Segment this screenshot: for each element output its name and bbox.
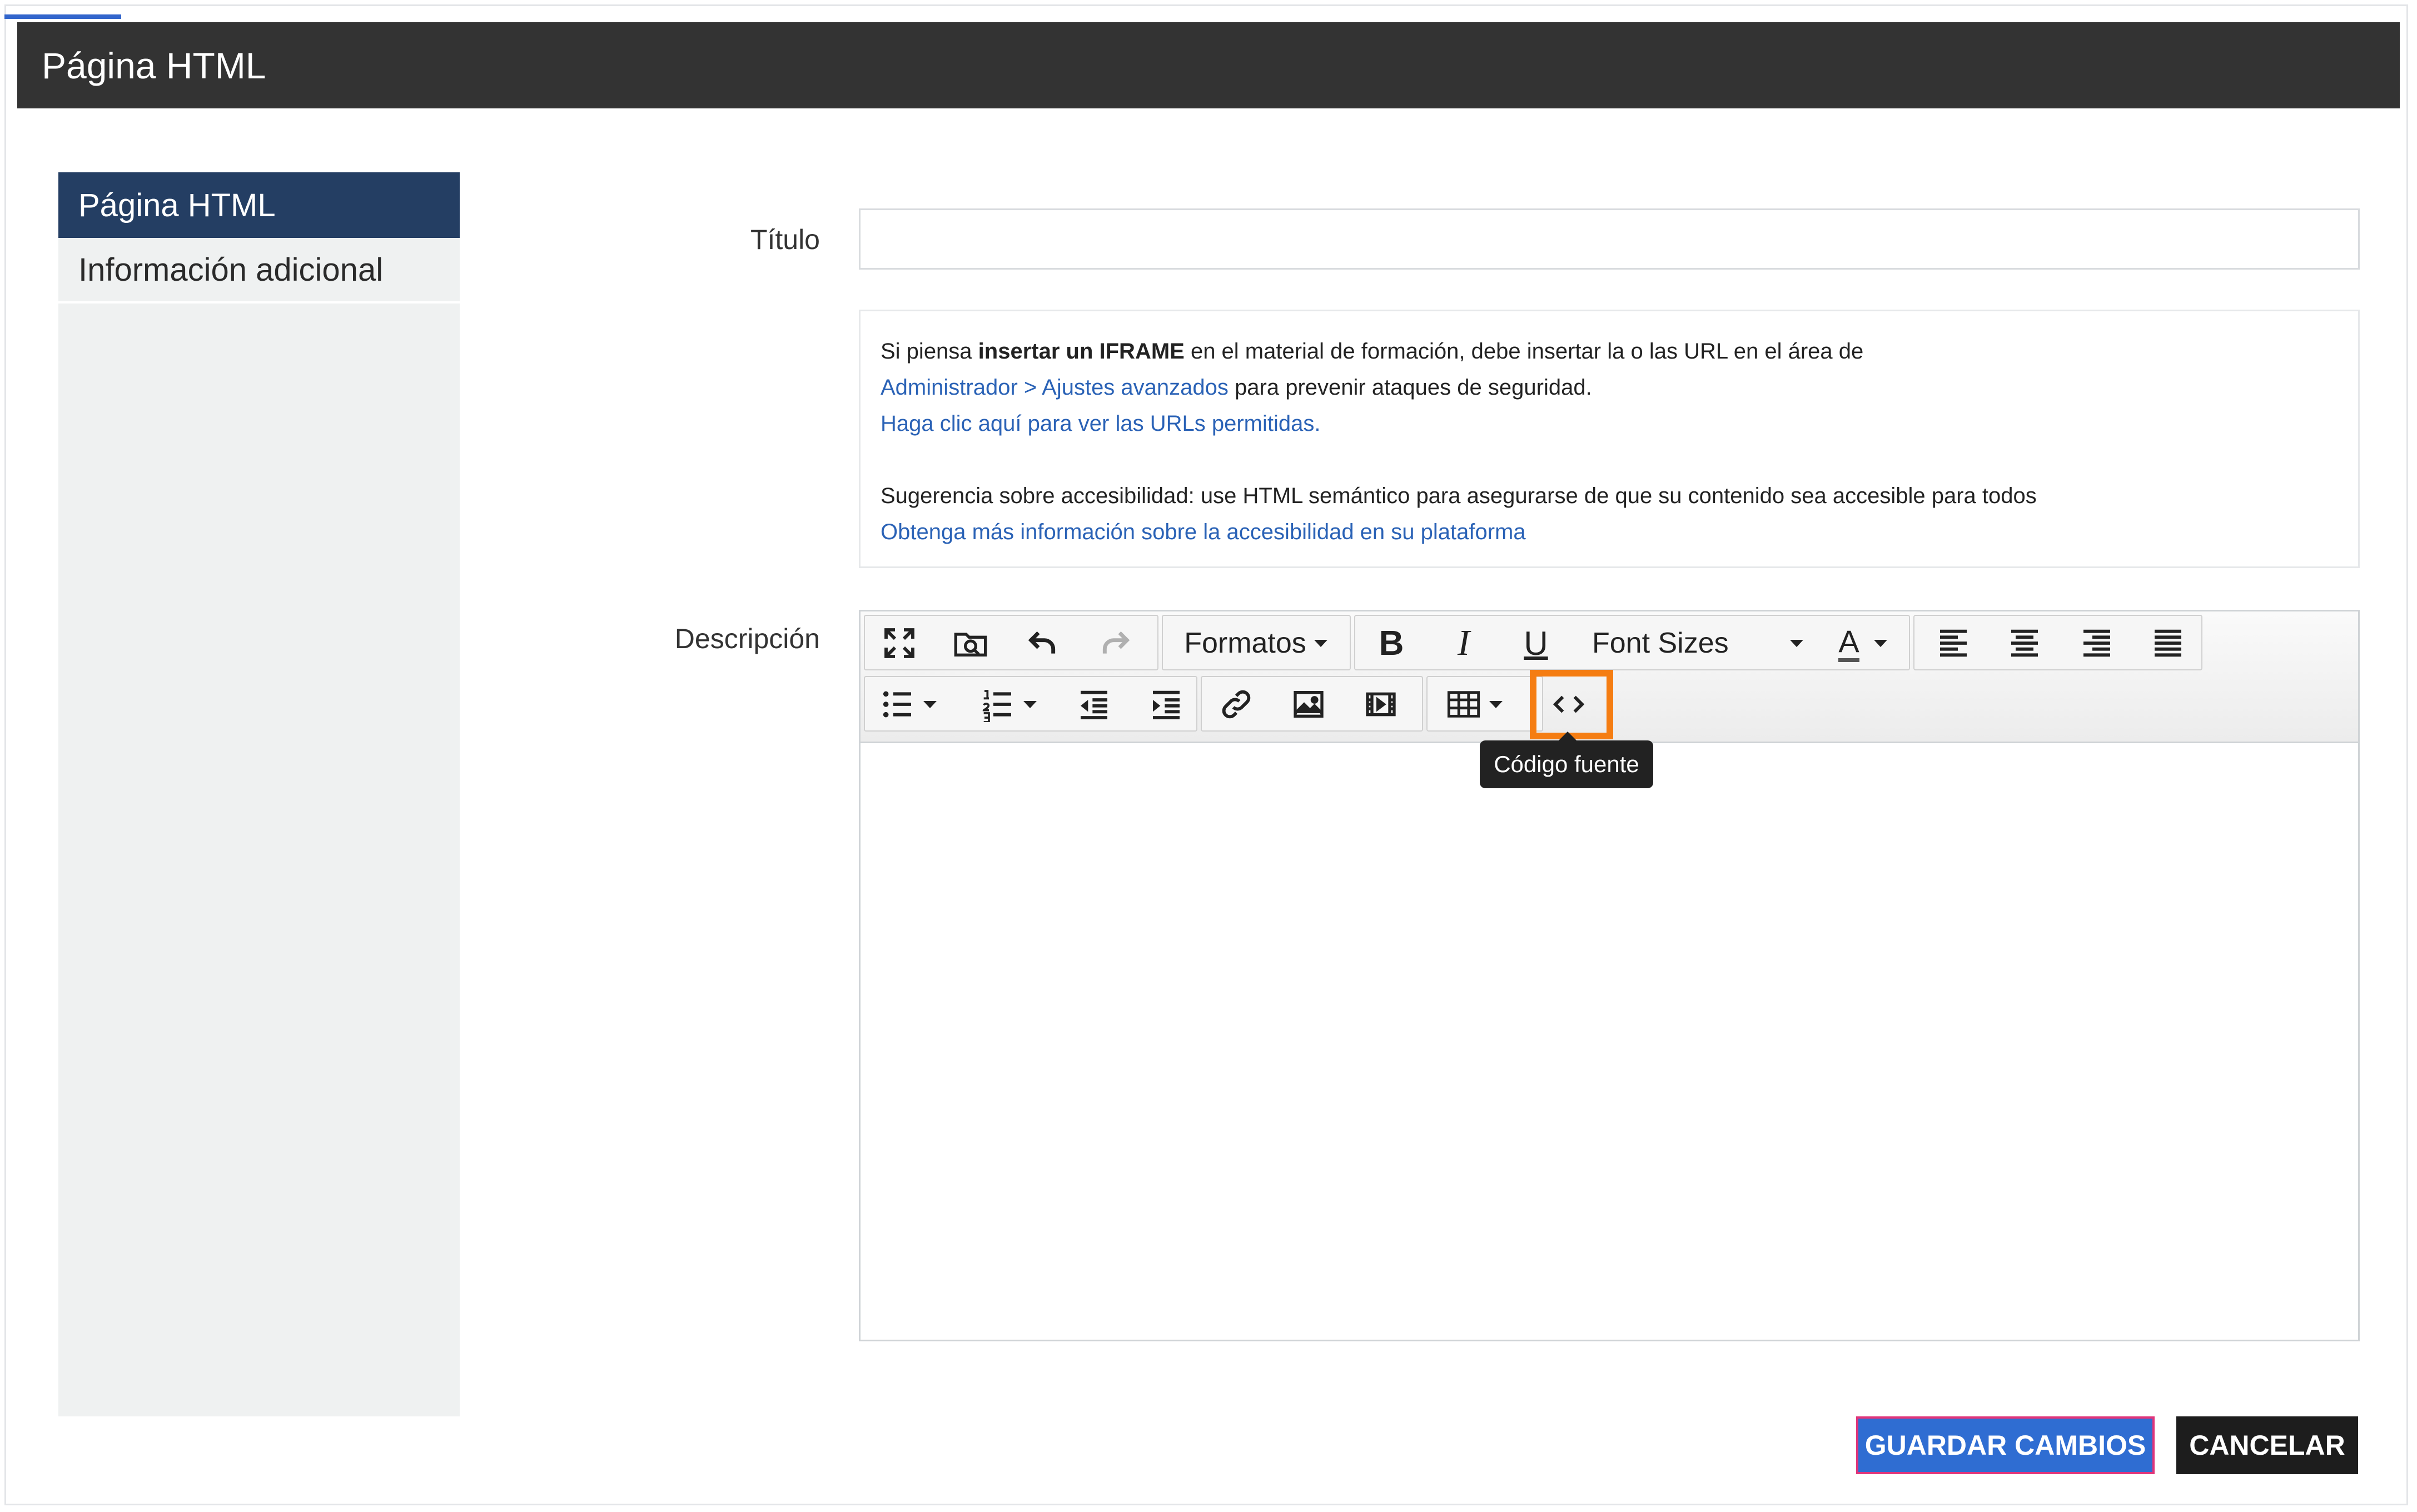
- align-left-icon[interactable]: [1926, 618, 1981, 668]
- sidebar-item-html-page[interactable]: Página HTML: [58, 172, 460, 238]
- undo-icon[interactable]: [1015, 618, 1071, 668]
- font-sizes-dropdown[interactable]: Font Sizes: [1583, 618, 1817, 668]
- indent-icon[interactable]: [1138, 679, 1194, 729]
- align-right-icon[interactable]: [2069, 618, 2125, 668]
- sidebar-item-label: Página HTML: [78, 187, 276, 223]
- align-center-icon[interactable]: [1997, 618, 2052, 668]
- info-line-2: Administrador > Ajustes avanzados para p…: [881, 370, 2338, 406]
- text-color-button[interactable]: A: [1821, 618, 1904, 668]
- font-sizes-label: Font Sizes: [1592, 627, 1729, 659]
- image-icon[interactable]: [1281, 679, 1336, 729]
- chevron-down-icon: [1873, 639, 1887, 647]
- sidebar: Página HTML Información adicional: [58, 172, 460, 1416]
- description-label: Descripción: [674, 623, 820, 654]
- title-label: Título: [750, 224, 820, 255]
- info-text: para prevenir ataques de seguridad.: [1228, 375, 1592, 400]
- title-input[interactable]: [859, 208, 2360, 270]
- info-line-3: Haga clic aquí para ver las URLs permiti…: [881, 406, 2338, 442]
- info-text: en el material de formación, debe insert…: [1184, 339, 1864, 364]
- outdent-icon[interactable]: [1066, 679, 1122, 729]
- table-button[interactable]: [1430, 679, 1519, 729]
- preview-icon[interactable]: [943, 618, 998, 668]
- italic-button[interactable]: I: [1433, 618, 1494, 668]
- accessibility-tip: Sugerencia sobre accesibilidad: use HTML…: [881, 484, 2037, 508]
- bullet-list-button[interactable]: [869, 679, 947, 729]
- info-line-5: Obtenga más información sobre la accesib…: [881, 514, 2338, 550]
- chevron-down-icon: [1789, 639, 1803, 647]
- page-title: Página HTML: [42, 44, 266, 86]
- advanced-settings-link[interactable]: Administrador > Ajustes avanzados: [881, 375, 1229, 400]
- chevron-down-icon: [1314, 639, 1327, 647]
- chevron-down-icon: [923, 700, 937, 708]
- sidebar-item-additional-info[interactable]: Información adicional: [58, 238, 460, 304]
- allowed-urls-link[interactable]: Haga clic aquí para ver las URLs permiti…: [881, 411, 1320, 436]
- source-code-highlight: [1530, 670, 1613, 739]
- editor-content-area[interactable]: [861, 743, 2358, 1340]
- formats-label: Formatos: [1184, 627, 1306, 659]
- info-line-1: Si piensa insertar un IFRAME en el mater…: [881, 334, 2338, 370]
- tooltip-source-code: Código fuente: [1480, 732, 1653, 788]
- info-bold-text: insertar un IFRAME: [978, 339, 1185, 364]
- bold-button[interactable]: B: [1361, 618, 1422, 668]
- link-icon[interactable]: [1208, 679, 1264, 729]
- redo-icon[interactable]: [1087, 618, 1143, 668]
- chevron-down-icon: [1489, 700, 1503, 708]
- align-justify-icon[interactable]: [2140, 618, 2196, 668]
- cancel-button[interactable]: CANCELAR: [2176, 1416, 2358, 1474]
- media-icon[interactable]: [1353, 679, 1409, 729]
- save-button[interactable]: GUARDAR CAMBIOS: [1856, 1416, 2155, 1474]
- formats-dropdown[interactable]: Formatos: [1170, 618, 1342, 668]
- title-bar: Página HTML: [17, 22, 2400, 108]
- underline-button[interactable]: U: [1505, 618, 1566, 668]
- progress-accent: [4, 14, 121, 19]
- info-box: Si piensa insertar un IFRAME en el mater…: [859, 310, 2360, 568]
- numbered-list-button[interactable]: [969, 679, 1047, 729]
- accessibility-link[interactable]: Obtenga más información sobre la accesib…: [881, 520, 1526, 544]
- sidebar-item-label: Información adicional: [78, 251, 384, 288]
- info-text: Si piensa: [881, 339, 978, 364]
- fullscreen-icon[interactable]: [872, 618, 927, 668]
- text-color-icon: A: [1838, 624, 1859, 662]
- chevron-down-icon: [1023, 700, 1037, 708]
